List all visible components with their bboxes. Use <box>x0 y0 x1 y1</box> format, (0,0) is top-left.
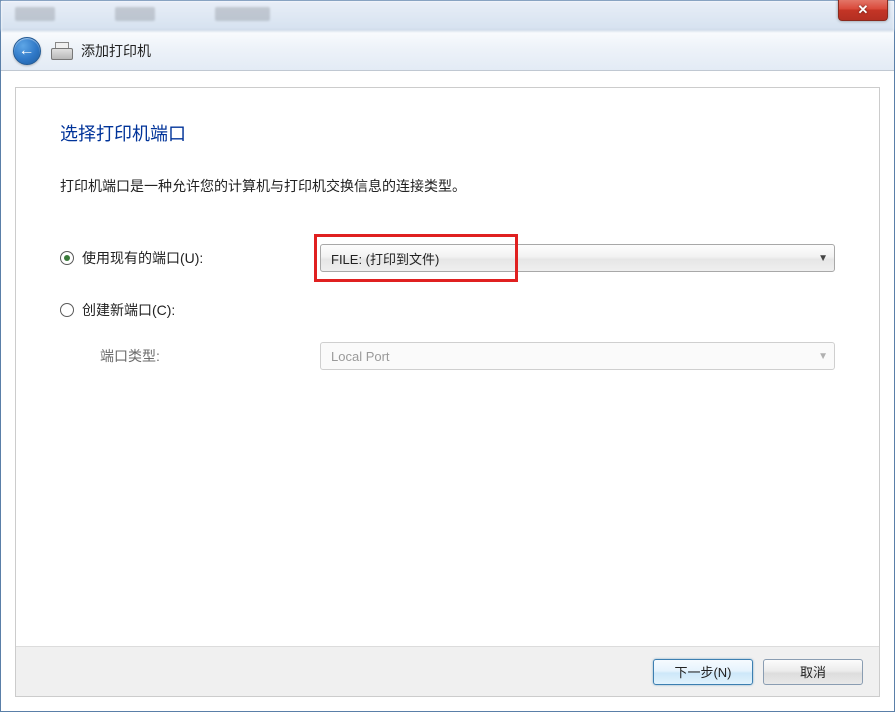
close-button[interactable]: ✕ <box>838 0 888 21</box>
option-row-existing-port: 使用现有的端口(U): FILE: (打印到文件) ▼ <box>60 242 835 274</box>
existing-port-select[interactable]: FILE: (打印到文件) ▼ <box>320 244 835 272</box>
close-icon: ✕ <box>858 2 869 18</box>
radio-existing-port[interactable] <box>60 251 74 265</box>
port-type-select-wrap: Local Port ▼ <box>320 342 835 370</box>
titlebar-blurred-menu <box>15 7 270 21</box>
wizard-title: 添加打印机 <box>81 41 151 61</box>
page-heading: 选择打印机端口 <box>60 120 835 146</box>
port-type-label: 端口类型: <box>100 346 160 366</box>
printer-icon <box>51 42 71 60</box>
page-description: 打印机端口是一种允许您的计算机与打印机交换信息的连接类型。 <box>60 176 835 196</box>
content-inner: 选择打印机端口 打印机端口是一种允许您的计算机与打印机交换信息的连接类型。 使用… <box>16 88 879 372</box>
chevron-down-icon: ▼ <box>818 351 828 362</box>
radio-create-port[interactable] <box>60 303 74 317</box>
add-printer-wizard-window: ✕ ← 添加打印机 选择打印机端口 打印机端口是一种允许您的计算机与打印机交换信… <box>0 0 895 712</box>
wizard-button-bar: 下一步(N) 取消 <box>16 646 879 696</box>
wizard-header-bar: ← 添加打印机 <box>1 31 894 71</box>
cancel-button[interactable]: 取消 <box>763 659 863 685</box>
radio-create-port-label: 创建新端口(C): <box>82 300 175 320</box>
wizard-content-panel: 选择打印机端口 打印机端口是一种允许您的计算机与打印机交换信息的连接类型。 使用… <box>15 87 880 697</box>
option-row-create-port: 创建新端口(C): <box>60 294 835 326</box>
back-arrow-icon: ← <box>19 43 35 59</box>
next-button[interactable]: 下一步(N) <box>653 659 753 685</box>
option-create-port[interactable]: 创建新端口(C): <box>60 300 320 320</box>
chevron-down-icon: ▼ <box>818 253 828 264</box>
port-type-select: Local Port ▼ <box>320 342 835 370</box>
next-button-label: 下一步(N) <box>674 662 731 681</box>
existing-port-select-wrap: FILE: (打印到文件) ▼ <box>320 244 835 272</box>
existing-port-selected-value: FILE: (打印到文件) <box>331 249 439 268</box>
option-existing-port[interactable]: 使用现有的端口(U): <box>60 248 320 268</box>
back-button[interactable]: ← <box>13 37 41 65</box>
port-type-selected-value: Local Port <box>331 349 390 364</box>
option-row-port-type: 端口类型: Local Port ▼ <box>60 340 835 372</box>
port-type-label-wrap: 端口类型: <box>60 346 320 366</box>
radio-existing-port-label: 使用现有的端口(U): <box>82 248 203 268</box>
cancel-button-label: 取消 <box>800 662 826 681</box>
window-titlebar <box>1 1 894 31</box>
